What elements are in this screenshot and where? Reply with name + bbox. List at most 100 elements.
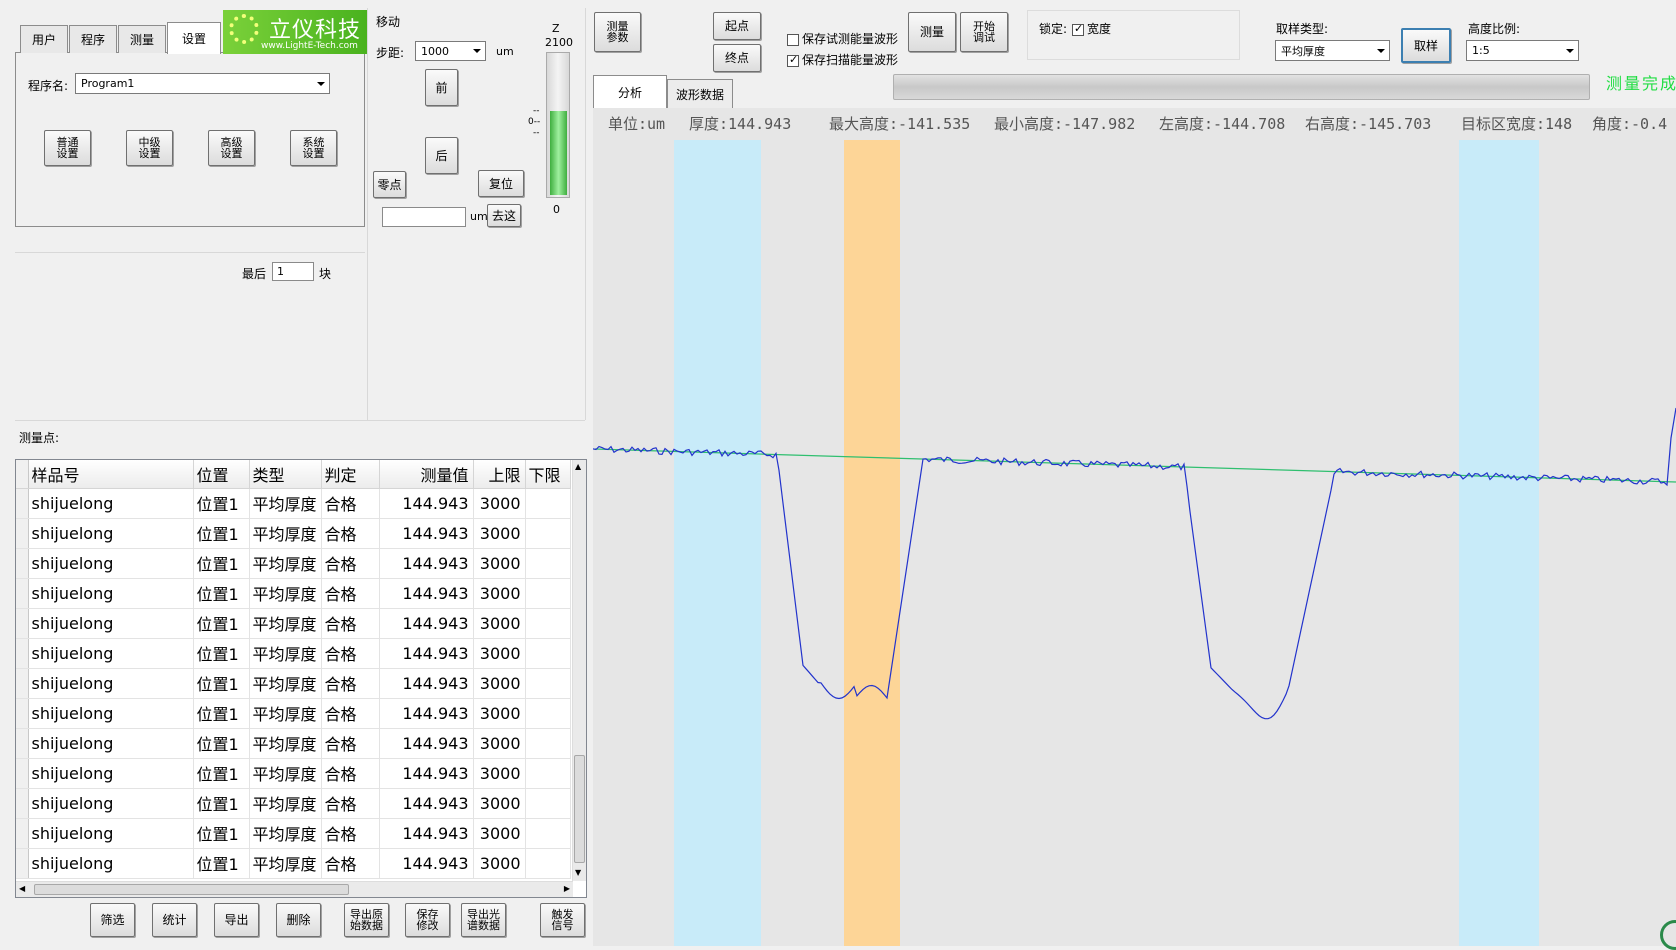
delete-button[interactable]: 删除: [276, 903, 321, 937]
row-header[interactable]: [16, 728, 29, 759]
cell-measured-value: 144.943: [379, 728, 474, 759]
table-row[interactable]: shijuelong 位置1 平均厚度 合格 144.943 3000: [16, 818, 571, 849]
scrollbar-thumb[interactable]: [574, 755, 585, 863]
table-row[interactable]: shijuelong 位置1 平均厚度 合格 144.943 3000: [16, 578, 571, 609]
row-header[interactable]: [16, 638, 29, 669]
row-header[interactable]: [16, 758, 29, 789]
z-mark-bottom: --: [533, 128, 540, 138]
intermediate-settings-button[interactable]: 中级 设置: [126, 130, 173, 166]
start-debug-button[interactable]: 开始 调试: [960, 12, 1008, 52]
measure-points-table[interactable]: 样品号 位置 类型 判定 测量值 上限 下限 shijuelong 位置1 平均厚度…: [15, 459, 587, 898]
row-header[interactable]: [16, 698, 29, 729]
checkbox-icon[interactable]: [787, 33, 799, 46]
row-header[interactable]: [16, 488, 29, 519]
statistics-button[interactable]: 统计: [152, 903, 197, 937]
angle-readout: 角度:-0.4: [1592, 115, 1668, 133]
table-row[interactable]: shijuelong 位置1 平均厚度 合格 144.943 3000: [16, 848, 571, 879]
lock-width-checkbox[interactable]: 宽度: [1072, 20, 1111, 37]
system-settings-button[interactable]: 系统 设置: [290, 130, 337, 166]
tab-wave-data[interactable]: 波形数据: [667, 79, 733, 108]
program-select[interactable]: Program1: [75, 73, 330, 94]
scroll-left-icon[interactable]: ◀: [19, 884, 25, 893]
checkbox-checked-icon[interactable]: [1072, 22, 1084, 36]
save-test-wave-checkbox[interactable]: 保存试测能量波形: [787, 30, 898, 47]
tab-measure[interactable]: 测量: [118, 25, 166, 53]
scroll-down-icon[interactable]: ▼: [575, 868, 581, 877]
table-row[interactable]: shijuelong 位置1 平均厚度 合格 144.943 3000: [16, 698, 571, 729]
profile-chart-svg: [593, 140, 1676, 946]
profile-chart[interactable]: [593, 108, 1676, 946]
col-upper-limit[interactable]: 上限: [473, 460, 526, 489]
back-button[interactable]: 后: [425, 137, 458, 174]
cell-lower-limit: [525, 668, 571, 699]
row-header[interactable]: [16, 848, 29, 879]
col-verdict[interactable]: 判定: [321, 460, 380, 489]
end-point-button[interactable]: 终点: [713, 44, 761, 72]
row-header[interactable]: [16, 518, 29, 549]
table-row[interactable]: shijuelong 位置1 平均厚度 合格 144.943 3000: [16, 788, 571, 819]
row-header[interactable]: [16, 818, 29, 849]
start-point-button[interactable]: 起点: [713, 12, 761, 40]
tab-user[interactable]: 用户: [20, 25, 68, 53]
table-row[interactable]: shijuelong 位置1 平均厚度 合格 144.943 3000: [16, 668, 571, 699]
table-horizontal-scrollbar[interactable]: ◀ ▶: [16, 881, 573, 897]
measure-button[interactable]: 测量: [908, 12, 956, 52]
scrollbar-thumb[interactable]: [34, 884, 349, 895]
measure-params-button[interactable]: 测量 参数: [594, 12, 641, 52]
tab-analysis[interactable]: 分析: [593, 75, 667, 108]
col-position[interactable]: 位置: [193, 460, 250, 489]
last-blocks-input[interactable]: 1: [272, 262, 314, 281]
cell-lower-limit: [525, 548, 571, 579]
row-header[interactable]: [16, 548, 29, 579]
row-header[interactable]: [16, 578, 29, 609]
chevron-down-icon: [473, 49, 481, 53]
cell-lower-limit: [525, 578, 571, 609]
sample-button[interactable]: 取样: [1401, 28, 1451, 63]
trigger-signal-button[interactable]: 触发 信号: [540, 903, 585, 937]
table-row[interactable]: shijuelong 位置1 平均厚度 合格 144.943 3000: [16, 638, 571, 669]
sample-type-select[interactable]: 平均厚度: [1275, 40, 1390, 61]
step-select[interactable]: 1000: [415, 41, 486, 61]
tab-program[interactable]: 程序: [69, 25, 117, 53]
table-row[interactable]: shijuelong 位置1 平均厚度 合格 144.943 3000: [16, 488, 571, 519]
scroll-right-icon[interactable]: ▶: [564, 884, 570, 893]
save-changes-button[interactable]: 保存 修改: [405, 903, 450, 937]
table-row[interactable]: shijuelong 位置1 平均厚度 合格 144.943 3000: [16, 608, 571, 639]
col-type[interactable]: 类型: [249, 460, 322, 489]
height-ratio-select[interactable]: 1:5: [1466, 40, 1579, 61]
goto-button[interactable]: 去这: [487, 204, 521, 227]
goto-position-input[interactable]: [382, 207, 466, 227]
cell-upper-limit: 3000: [473, 788, 526, 819]
step-label: 步距:: [376, 46, 405, 60]
checkbox-checked-icon[interactable]: [787, 53, 799, 67]
table-row[interactable]: shijuelong 位置1 平均厚度 合格 144.943 3000: [16, 548, 571, 579]
row-header[interactable]: [16, 608, 29, 639]
table-vertical-scrollbar[interactable]: ▲ ▼: [572, 460, 586, 881]
export-spectrum-button[interactable]: 导出光 谱数据: [461, 903, 506, 937]
cell-sample-no: shijuelong: [28, 518, 194, 549]
zero-point-button[interactable]: 零点: [373, 171, 406, 198]
cell-measured-value: 144.943: [379, 578, 474, 609]
tab-settings[interactable]: 设置: [167, 22, 221, 54]
export-button[interactable]: 导出: [214, 903, 259, 937]
col-sample-no[interactable]: 样品号: [28, 460, 194, 489]
col-measured-value[interactable]: 测量值: [379, 460, 474, 489]
row-header[interactable]: [16, 788, 29, 819]
export-raw-data-button[interactable]: 导出原 始数据: [344, 903, 389, 937]
scroll-up-icon[interactable]: ▲: [575, 462, 581, 471]
cell-upper-limit: 3000: [473, 758, 526, 789]
filter-button[interactable]: 筛选: [90, 903, 135, 937]
col-lower-limit[interactable]: 下限: [525, 460, 571, 489]
cell-type: 平均厚度: [249, 608, 322, 639]
row-header[interactable]: [16, 668, 29, 699]
forward-button[interactable]: 前: [425, 69, 458, 106]
basic-settings-button[interactable]: 普通 设置: [44, 130, 91, 166]
table-row[interactable]: shijuelong 位置1 平均厚度 合格 144.943 3000: [16, 518, 571, 549]
advanced-settings-button[interactable]: 高级 设置: [208, 130, 255, 166]
save-scan-wave-checkbox[interactable]: 保存扫描能量波形: [787, 51, 898, 68]
divider: [15, 252, 365, 253]
cell-upper-limit: 3000: [473, 698, 526, 729]
table-row[interactable]: shijuelong 位置1 平均厚度 合格 144.943 3000: [16, 728, 571, 759]
reset-button[interactable]: 复位: [478, 170, 524, 197]
table-row[interactable]: shijuelong 位置1 平均厚度 合格 144.943 3000: [16, 758, 571, 789]
